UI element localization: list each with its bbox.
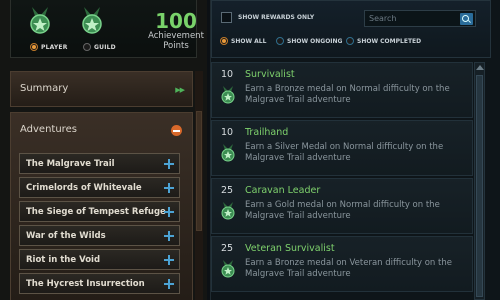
achievement-points-label: Achievement Points — [148, 31, 204, 51]
collapse-minus-icon[interactable] — [171, 125, 182, 136]
show-completed-radio-dot[interactable] — [346, 37, 354, 45]
right-scrollbar-thumb[interactable] — [476, 75, 483, 297]
show-ongoing-label: SHOW ONGOING — [287, 37, 343, 45]
expand-plus-icon[interactable] — [164, 159, 174, 169]
adventure-item-label: Crimelords of Whitevale — [26, 183, 142, 193]
show-rewards-only-label: SHOW REWARDS ONLY — [238, 14, 315, 21]
adventure-list: The Malgrave Trail Crimelords of Whiteva… — [19, 153, 180, 297]
show-completed-radio[interactable]: SHOW COMPLETED — [346, 37, 421, 45]
bronze-medal-icon — [221, 86, 235, 104]
scroll-up-arrow-icon[interactable] — [476, 65, 484, 70]
right-panel: SHOW REWARDS ONLY Search SHOW ALL SHOW O… — [210, 0, 500, 300]
show-completed-label: SHOW COMPLETED — [357, 37, 422, 45]
show-ongoing-radio-dot[interactable] — [276, 37, 284, 45]
achievement-row[interactable]: 10 Trailhand Earn a Silver Medal on Norm… — [211, 120, 473, 176]
adventure-item[interactable]: War of the Wilds — [19, 225, 180, 246]
search-icon[interactable] — [460, 13, 473, 25]
achievement-description: Earn a Gold medal on Normal difficulty o… — [245, 200, 440, 221]
show-all-radio-dot[interactable] — [220, 37, 228, 45]
filter-bar: SHOW REWARDS ONLY Search SHOW ALL SHOW O… — [211, 0, 491, 58]
player-medal-icon — [30, 7, 50, 34]
right-scrollbar[interactable] — [474, 62, 485, 300]
left-scrollbar-thumb[interactable] — [196, 111, 202, 231]
adventure-item-label: The Siege of Tempest Refuge — [26, 207, 166, 217]
bronze-medal-icon — [221, 260, 235, 278]
achievement-row[interactable]: 25 Caravan Leader Earn a Gold medal on N… — [211, 178, 473, 234]
guild-radio-label: GUILD — [94, 43, 116, 51]
double-chevron-right-icon: ▶▶ — [175, 86, 185, 94]
show-rewards-only-checkbox[interactable] — [221, 12, 232, 23]
achievement-points: 25 — [221, 185, 234, 196]
guild-medal-icon — [82, 7, 102, 34]
left-scrollbar[interactable] — [195, 71, 203, 300]
achievement-description: Earn a Silver Medal on Normal difficulty… — [245, 142, 444, 163]
achievement-description: Earn a Bronze medal on Normal difficulty… — [245, 84, 450, 105]
show-ongoing-radio[interactable]: SHOW ONGOING — [276, 37, 342, 45]
adventure-item[interactable]: The Hycrest Insurrection — [19, 273, 180, 294]
adventure-item[interactable]: Riot in the Void — [19, 249, 180, 270]
achievement-list: 10 Survivalist Earn a Bronze medal on No… — [211, 62, 473, 300]
achievement-name: Survivalist — [245, 69, 295, 80]
expand-plus-icon[interactable] — [164, 279, 174, 289]
left-panel: PLAYER GUILD 100 Achievement Points Summ… — [0, 0, 207, 300]
player-radio[interactable]: PLAYER — [30, 43, 68, 51]
show-all-label: SHOW ALL — [231, 37, 267, 45]
gold-medal-icon — [221, 202, 235, 220]
silver-medal-icon — [221, 144, 235, 162]
adventures-title: Adventures — [20, 124, 77, 135]
adventure-item-label: War of the Wilds — [26, 231, 106, 241]
adventure-item[interactable]: The Siege of Tempest Refuge — [19, 201, 180, 222]
achievement-name: Veteran Survivalist — [245, 243, 335, 254]
adventures-accordion[interactable]: Adventures The Malgrave Trail Crimelords… — [10, 112, 193, 300]
show-all-radio[interactable]: SHOW ALL — [220, 37, 266, 45]
adventure-item-label: The Hycrest Insurrection — [26, 279, 145, 289]
achievement-name: Trailhand — [245, 127, 289, 138]
expand-plus-icon[interactable] — [164, 207, 174, 217]
search-box[interactable]: Search — [364, 10, 476, 27]
achievement-points: 25 — [221, 243, 234, 254]
achievement-description: Earn a Bronze medal on Veteran difficult… — [245, 258, 452, 279]
adventure-item-label: The Malgrave Trail — [26, 159, 115, 169]
adventure-item[interactable]: The Malgrave Trail — [19, 153, 180, 174]
adventure-item-label: Riot in the Void — [26, 255, 101, 265]
expand-plus-icon[interactable] — [164, 231, 174, 241]
player-radio-dot[interactable] — [30, 43, 38, 51]
achievement-summary-box: PLAYER GUILD 100 Achievement Points — [10, 0, 204, 58]
search-input[interactable]: Search — [369, 14, 396, 23]
expand-plus-icon[interactable] — [164, 183, 174, 193]
achievement-row[interactable]: 25 Veteran Survivalist Earn a Bronze med… — [211, 236, 473, 292]
achievement-points-value: 100 — [155, 9, 197, 33]
adventure-item[interactable]: Crimelords of Whitevale — [19, 177, 180, 198]
guild-radio[interactable]: GUILD — [83, 43, 116, 51]
achievement-points: 10 — [221, 69, 234, 80]
summary-title: Summary — [20, 83, 69, 94]
player-radio-label: PLAYER — [41, 43, 68, 51]
achievement-row[interactable]: 10 Survivalist Earn a Bronze medal on No… — [211, 62, 473, 118]
guild-radio-dot[interactable] — [83, 43, 91, 51]
achievement-name: Caravan Leader — [245, 185, 321, 196]
achievement-points: 10 — [221, 127, 234, 138]
expand-plus-icon[interactable] — [164, 255, 174, 265]
summary-accordion[interactable]: Summary ▶▶ — [10, 71, 193, 107]
